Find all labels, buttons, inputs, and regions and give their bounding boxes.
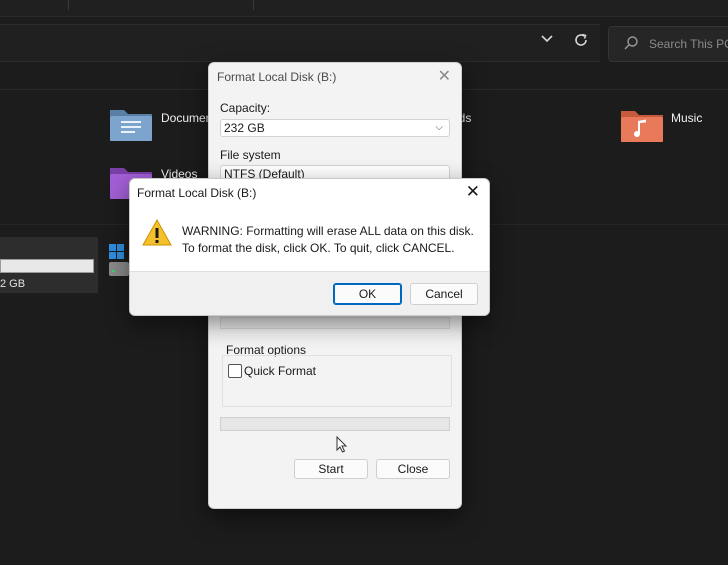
- close-button[interactable]: Close: [376, 459, 450, 479]
- tab-strip: [0, 0, 728, 17]
- format-options-group: [222, 355, 452, 407]
- capacity-label: Capacity:: [220, 101, 271, 115]
- refresh-icon[interactable]: [571, 32, 591, 52]
- warning-dialog-title: Format Local Disk (B:): [137, 186, 257, 200]
- format-progress-bar: [220, 417, 450, 431]
- documents-folder-icon[interactable]: [109, 106, 153, 142]
- close-icon[interactable]: ✕: [466, 182, 480, 202]
- address-bar[interactable]: [0, 24, 600, 62]
- drive-usage-bar: [0, 259, 94, 273]
- warning-dialog-footer: OK Cancel: [130, 271, 489, 315]
- close-icon[interactable]: ✕: [438, 66, 451, 86]
- warning-icon: [142, 218, 172, 247]
- search-box[interactable]: Search This PC: [608, 26, 728, 62]
- cancel-button[interactable]: Cancel: [410, 283, 478, 305]
- windows-drive-icon[interactable]: [108, 242, 130, 278]
- capacity-select[interactable]: 232 GB ⌵: [220, 119, 450, 137]
- quick-format-checkbox[interactable]: [228, 364, 242, 378]
- filesystem-label: File system: [220, 148, 281, 162]
- ok-button[interactable]: OK: [333, 283, 402, 305]
- warning-message: WARNING: Formatting will erase ALL data …: [182, 223, 474, 257]
- capacity-value: 232 GB: [224, 121, 265, 135]
- music-folder-icon[interactable]: [620, 107, 664, 143]
- format-dialog-title: Format Local Disk (B:): [217, 70, 337, 84]
- tab-separator: [253, 0, 254, 10]
- drive-size-text: 2 GB: [0, 278, 26, 290]
- search-icon: [623, 35, 639, 51]
- mouse-cursor-icon: [336, 435, 348, 454]
- chevron-down-icon: ⌵: [435, 122, 443, 133]
- volume-label-field[interactable]: [220, 317, 450, 329]
- quick-format-label[interactable]: Quick Format: [244, 364, 316, 378]
- warning-message-line1: WARNING: Formatting will erase ALL data …: [182, 224, 474, 238]
- start-button[interactable]: Start: [294, 459, 368, 479]
- tab-separator: [68, 0, 69, 10]
- search-input[interactable]: Search This PC: [649, 37, 728, 51]
- folder-label-music[interactable]: Music: [671, 111, 702, 125]
- folder-label-documents[interactable]: Documen: [161, 111, 212, 125]
- warning-message-line2: To format the disk, click OK. To quit, c…: [182, 241, 455, 255]
- chevron-down-icon[interactable]: [537, 32, 557, 52]
- warning-dialog: Format Local Disk (B:) ✕ WARNING: Format…: [129, 178, 490, 316]
